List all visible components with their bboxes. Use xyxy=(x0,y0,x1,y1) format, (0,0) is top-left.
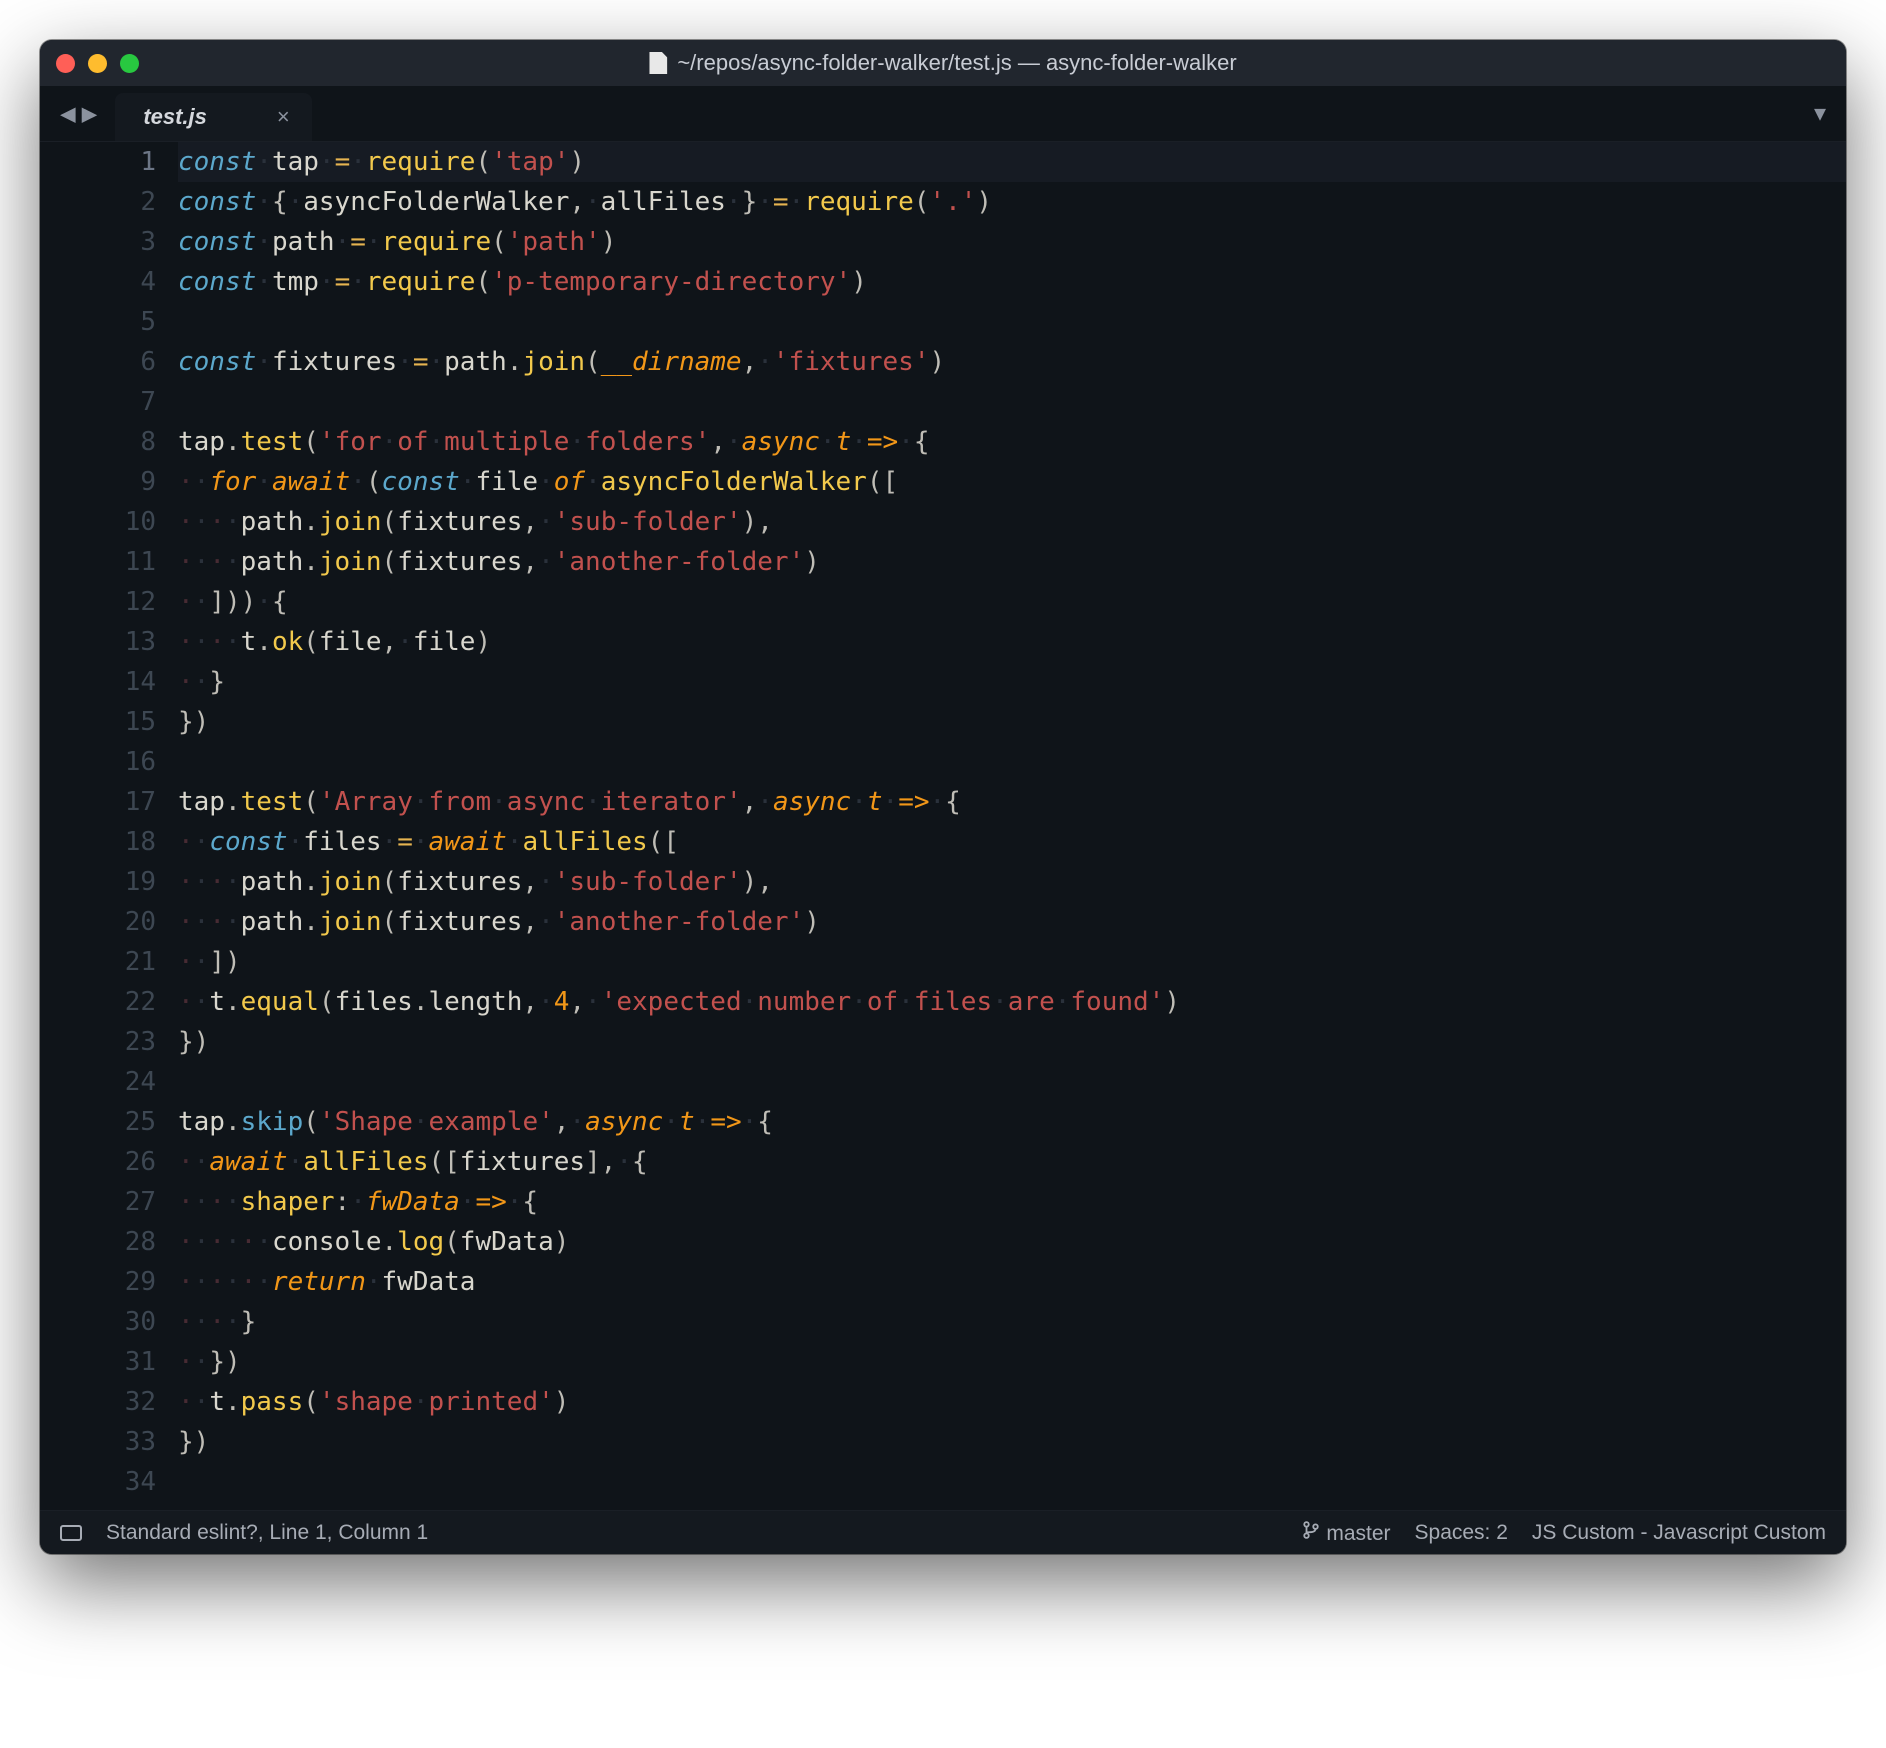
file-icon xyxy=(649,52,667,74)
line-number[interactable]: 6 xyxy=(40,342,156,382)
code-line[interactable]: ··await·allFiles([fixtures],·{ xyxy=(178,1142,1846,1182)
status-branch[interactable]: master xyxy=(1302,1520,1390,1546)
branch-name: master xyxy=(1326,1522,1390,1545)
line-number[interactable]: 25 xyxy=(40,1102,156,1142)
nav-back-icon[interactable]: ◀ xyxy=(60,101,76,127)
code-line[interactable]: tap.skip('Shape·example',·async·t·=>·{ xyxy=(178,1102,1846,1142)
line-number[interactable]: 1 xyxy=(40,142,156,182)
line-number[interactable]: 28 xyxy=(40,1222,156,1262)
status-spaces[interactable]: Spaces: 2 xyxy=(1415,1521,1508,1545)
tab-overflow-icon[interactable]: ▼ xyxy=(1814,101,1826,125)
line-number[interactable]: 34 xyxy=(40,1462,156,1502)
code-line[interactable]: }) xyxy=(178,702,1846,742)
line-number[interactable]: 11 xyxy=(40,542,156,582)
status-bar[interactable]: Standard eslint?, Line 1, Column 1 maste… xyxy=(40,1510,1846,1554)
tab-bar[interactable]: ◀ ▶ test.js × ▼ xyxy=(40,86,1846,142)
code-line[interactable]: tap.test('Array·from·async·iterator',·as… xyxy=(178,782,1846,822)
line-number[interactable]: 18 xyxy=(40,822,156,862)
code-line[interactable]: tap.test('for·of·multiple·folders',·asyn… xyxy=(178,422,1846,462)
line-number[interactable]: 12 xyxy=(40,582,156,622)
window-title: ~/repos/async-folder-walker/test.js — as… xyxy=(649,50,1236,76)
status-syntax[interactable]: JS Custom - Javascript Custom xyxy=(1532,1521,1826,1545)
panel-icon[interactable] xyxy=(60,1525,82,1541)
line-number[interactable]: 2 xyxy=(40,182,156,222)
code-line[interactable]: const·path·=·require('path') xyxy=(178,222,1846,262)
window-title-text: ~/repos/async-folder-walker/test.js — as… xyxy=(677,50,1236,76)
line-number[interactable]: 5 xyxy=(40,302,156,342)
line-number-gutter[interactable]: 1234567891011121314151617181920212223242… xyxy=(40,142,178,1502)
line-number[interactable]: 13 xyxy=(40,622,156,662)
code-line[interactable]: }) xyxy=(178,1422,1846,1462)
editor-window: ~/repos/async-folder-walker/test.js — as… xyxy=(40,40,1846,1554)
code-content[interactable]: const·tap·=·require('tap')const·{·asyncF… xyxy=(178,142,1846,1502)
line-number[interactable]: 4 xyxy=(40,262,156,302)
titlebar[interactable]: ~/repos/async-folder-walker/test.js — as… xyxy=(40,40,1846,86)
line-number[interactable]: 8 xyxy=(40,422,156,462)
code-line[interactable]: ··t.pass('shape·printed') xyxy=(178,1382,1846,1422)
code-line[interactable] xyxy=(178,302,1846,342)
code-line[interactable]: const·fixtures·=·path.join(__dirname,·'f… xyxy=(178,342,1846,382)
line-number[interactable]: 24 xyxy=(40,1062,156,1102)
line-number[interactable]: 23 xyxy=(40,1022,156,1062)
code-line[interactable] xyxy=(178,382,1846,422)
code-line[interactable]: ······console.log(fwData) xyxy=(178,1222,1846,1262)
maximize-window-button[interactable] xyxy=(120,54,139,73)
line-number[interactable]: 26 xyxy=(40,1142,156,1182)
code-line[interactable]: ··]))·{ xyxy=(178,582,1846,622)
code-line[interactable]: ····path.join(fixtures,·'another-folder'… xyxy=(178,902,1846,942)
code-line[interactable]: ····shaper:·fwData·=>·{ xyxy=(178,1182,1846,1222)
code-line[interactable] xyxy=(178,1062,1846,1102)
line-number[interactable]: 14 xyxy=(40,662,156,702)
code-line[interactable]: const·tap·=·require('tap') xyxy=(178,142,1846,182)
code-line[interactable]: ····t.ok(file,·file) xyxy=(178,622,1846,662)
line-number[interactable]: 17 xyxy=(40,782,156,822)
code-line[interactable]: const·tmp·=·require('p-temporary-directo… xyxy=(178,262,1846,302)
status-left[interactable]: Standard eslint?, Line 1, Column 1 xyxy=(106,1521,428,1545)
code-line[interactable]: ··t.equal(files.length,·4,·'expected·num… xyxy=(178,982,1846,1022)
code-line[interactable]: }) xyxy=(178,1022,1846,1062)
code-line[interactable]: ····path.join(fixtures,·'sub-folder'), xyxy=(178,502,1846,542)
git-branch-icon xyxy=(1302,1520,1320,1546)
line-number[interactable]: 22 xyxy=(40,982,156,1022)
line-number[interactable]: 27 xyxy=(40,1182,156,1222)
line-number[interactable]: 7 xyxy=(40,382,156,422)
line-number[interactable]: 32 xyxy=(40,1382,156,1422)
editor-area[interactable]: 1234567891011121314151617181920212223242… xyxy=(40,142,1846,1510)
line-number[interactable]: 20 xyxy=(40,902,156,942)
code-line[interactable]: ··const·files·=·await·allFiles([ xyxy=(178,822,1846,862)
code-line[interactable]: ··}) xyxy=(178,1342,1846,1382)
line-number[interactable]: 10 xyxy=(40,502,156,542)
minimize-window-button[interactable] xyxy=(88,54,107,73)
code-line[interactable]: const·{·asyncFolderWalker,·allFiles·}·=·… xyxy=(178,182,1846,222)
line-number[interactable]: 15 xyxy=(40,702,156,742)
close-window-button[interactable] xyxy=(56,54,75,73)
line-number[interactable]: 16 xyxy=(40,742,156,782)
code-line[interactable] xyxy=(178,742,1846,782)
tab-label: test.js xyxy=(143,104,207,130)
line-number[interactable]: 29 xyxy=(40,1262,156,1302)
line-number[interactable]: 21 xyxy=(40,942,156,982)
code-line[interactable] xyxy=(178,1462,1846,1502)
nav-arrows: ◀ ▶ xyxy=(60,101,97,127)
tab-close-icon[interactable]: × xyxy=(277,104,290,130)
code-line[interactable]: ····path.join(fixtures,·'another-folder'… xyxy=(178,542,1846,582)
line-number[interactable]: 33 xyxy=(40,1422,156,1462)
nav-forward-icon[interactable]: ▶ xyxy=(82,101,98,127)
tab-testjs[interactable]: test.js × xyxy=(115,93,311,141)
code-line[interactable]: ····} xyxy=(178,1302,1846,1342)
traffic-lights xyxy=(56,54,139,73)
code-line[interactable]: ··]) xyxy=(178,942,1846,982)
code-line[interactable]: ····path.join(fixtures,·'sub-folder'), xyxy=(178,862,1846,902)
code-line[interactable]: ··} xyxy=(178,662,1846,702)
line-number[interactable]: 31 xyxy=(40,1342,156,1382)
line-number[interactable]: 9 xyxy=(40,462,156,502)
line-number[interactable]: 30 xyxy=(40,1302,156,1342)
code-line[interactable]: ······return·fwData xyxy=(178,1262,1846,1302)
line-number[interactable]: 19 xyxy=(40,862,156,902)
line-number[interactable]: 3 xyxy=(40,222,156,262)
code-line[interactable]: ··for·await·(const·file·of·asyncFolderWa… xyxy=(178,462,1846,502)
